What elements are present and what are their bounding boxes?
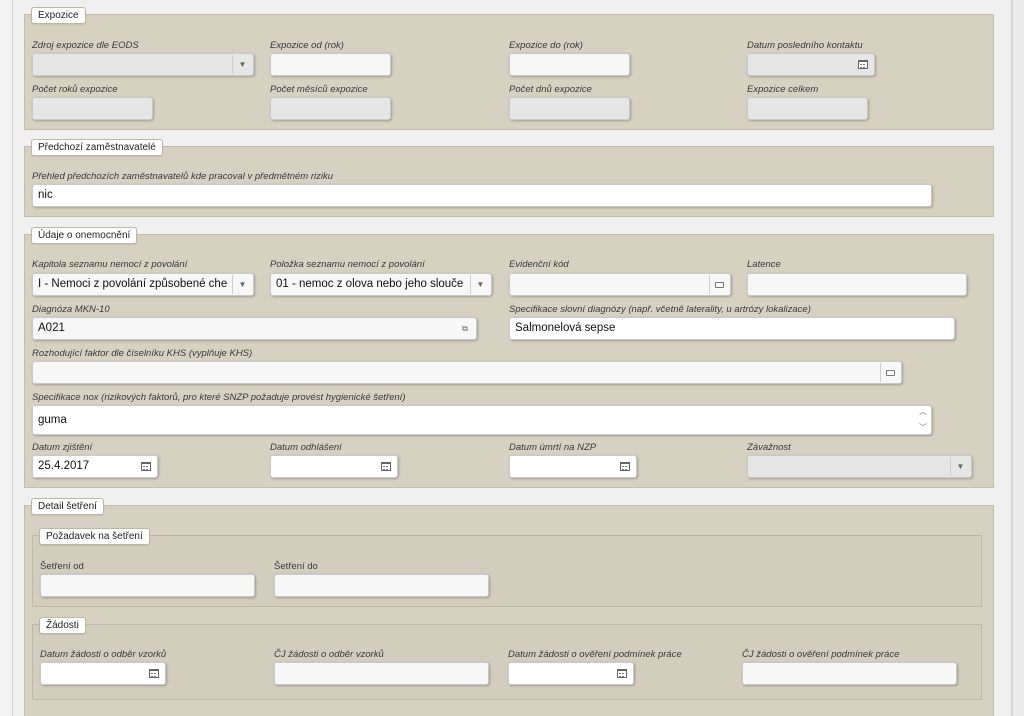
zdroj-expozice-label: Zdroj expozice dle EODS: [32, 40, 139, 51]
kapitola-label: Kapitola seznamu nemocí z povolání: [32, 259, 188, 270]
pocet-dnu-input: [509, 97, 630, 120]
fieldset-legend: Předchozí zaměstnavatelé: [31, 139, 163, 156]
datum-zjisteni-value: 25.4.2017: [38, 460, 90, 472]
evidencni-kod-label: Evidenční kód: [509, 259, 569, 270]
calendar-icon[interactable]: [615, 457, 635, 476]
setreni-od-label: Šetření od: [40, 561, 84, 572]
evidencni-kod-input[interactable]: [509, 273, 731, 296]
fieldset-legend: Žádosti: [39, 617, 86, 634]
spinner-arrows-icon[interactable]: ︿ ﹀: [918, 408, 928, 432]
expozice-do-label: Expozice do (rok): [509, 40, 583, 51]
kapitola-value: I - Nemoci z povolání způsobené che: [38, 278, 228, 290]
calendar-icon[interactable]: [144, 664, 164, 683]
datum-kontaktu-input[interactable]: [747, 53, 875, 76]
polozka-select[interactable]: 01 - nemoc z olova nebo jeho slouče ▼: [270, 273, 492, 296]
specifikace-diagnozy-value: Salmonelová sepse: [515, 322, 616, 334]
overeni-datum-input[interactable]: [508, 662, 634, 685]
lookup-icon[interactable]: [880, 363, 900, 382]
fieldset-pozadavek-na-setreni: Požadavek na šetření Šetření od Šetření …: [32, 528, 982, 607]
specifikace-diagnozy-input[interactable]: Salmonelová sepse: [509, 317, 955, 340]
setreni-od-input[interactable]: [40, 574, 255, 597]
odber-cj-input[interactable]: [274, 662, 489, 685]
chevron-down-icon[interactable]: ▼: [232, 275, 252, 294]
specifikace-nox-label: Specifikace nox (rizikových faktorů, pro…: [32, 392, 406, 403]
expozice-celkem-label: Expozice celkem: [747, 84, 819, 95]
diagnoza-mkn-input[interactable]: A021 ⧉: [32, 317, 477, 340]
expozice-od-label: Expozice od (rok): [270, 40, 344, 51]
overeni-cj-input[interactable]: [742, 662, 957, 685]
datum-zjisteni-input[interactable]: 25.4.2017: [32, 455, 158, 478]
overeni-datum-label: Datum žádosti o ověření podmínek práce: [508, 649, 682, 660]
fieldset-predchozi-zamestnavatele: Předchozí zaměstnavatelé Přehled předcho…: [24, 139, 994, 217]
zdroj-expozice-select[interactable]: ▼: [32, 53, 254, 76]
polozka-value: 01 - nemoc z olova nebo jeho slouče: [276, 278, 464, 290]
setreni-do-input[interactable]: [274, 574, 489, 597]
rozhodujici-faktor-label: Rozhodující faktor dle číselníku KHS (vy…: [32, 348, 253, 359]
pocet-mesicu-label: Počet měsíců expozice: [270, 84, 368, 95]
link-icon[interactable]: ⧉: [455, 319, 475, 338]
pocet-roku-input: [32, 97, 153, 120]
specifikace-nox-textarea[interactable]: guma ︿ ﹀: [32, 405, 932, 435]
datum-zjisteni-label: Datum zjištění: [32, 442, 93, 453]
prehled-zamestnavatelu-value: nic: [38, 189, 53, 201]
fieldset-legend: Požadavek na šetření: [39, 528, 150, 545]
diagnoza-mkn-value: A021: [38, 322, 65, 334]
calendar-icon[interactable]: [853, 55, 873, 74]
latence-label: Latence: [747, 259, 781, 270]
odber-cj-label: ČJ žádosti o odběr vzorků: [274, 649, 384, 660]
kapitola-select[interactable]: I - Nemoci z povolání způsobené che ▼: [32, 273, 254, 296]
odber-datum-label: Datum žádosti o odběr vzorků: [40, 649, 167, 660]
fieldset-legend: Expozice: [31, 7, 86, 24]
datum-odhlaseni-input[interactable]: [270, 455, 398, 478]
fieldset-zadosti: Žádosti Datum žádosti o odběr vzorků ČJ …: [32, 617, 982, 700]
calendar-icon[interactable]: [612, 664, 632, 683]
fieldset-legend: Detail šetření: [31, 498, 104, 515]
lookup-icon[interactable]: [709, 275, 729, 294]
rozhodujici-faktor-input[interactable]: [32, 361, 902, 384]
chevron-down-icon[interactable]: ▼: [470, 275, 490, 294]
chevron-down-icon[interactable]: ▼: [232, 55, 252, 74]
fieldset-legend: Údaje o onemocnění: [31, 227, 138, 244]
prehled-zamestnavatelu-input[interactable]: nic: [32, 184, 932, 207]
zavaznost-select[interactable]: ▼: [747, 455, 972, 478]
datum-odhlaseni-label: Datum odhlášení: [270, 442, 342, 453]
prehled-zamestnavatelu-label: Přehled předchozích zaměstnavatelů kde p…: [32, 171, 333, 182]
datum-umrti-input[interactable]: [509, 455, 637, 478]
datum-umrti-label: Datum úmrtí na NZP: [509, 442, 597, 453]
expozice-do-input[interactable]: [509, 53, 630, 76]
specifikace-nox-value: guma: [38, 414, 67, 426]
calendar-icon[interactable]: [136, 457, 156, 476]
fieldset-detail-setreni: Detail šetření Požadavek na šetření Šetř…: [24, 498, 994, 716]
scrollbar-track[interactable]: [1012, 0, 1024, 716]
fieldset-udaje-o-onemocneni: Údaje o onemocnění Kapitola seznamu nemo…: [24, 227, 994, 488]
latence-input[interactable]: [747, 273, 967, 296]
chevron-down-icon[interactable]: ▼: [950, 457, 970, 476]
expozice-celkem-input: [747, 97, 868, 120]
odber-datum-input[interactable]: [40, 662, 166, 685]
specifikace-diagnozy-label: Specifikace slovní diagnózy (např. včetn…: [509, 304, 811, 315]
pocet-dnu-label: Počet dnů expozice: [509, 84, 592, 95]
pocet-roku-label: Počet roků expozice: [32, 84, 118, 95]
setreni-do-label: Šetření do: [274, 561, 318, 572]
polozka-label: Položka seznamu nemocí z povolání: [270, 259, 425, 270]
expozice-od-input[interactable]: [270, 53, 391, 76]
zavaznost-label: Závažnost: [747, 442, 791, 453]
datum-kontaktu-label: Datum posledního kontaktu: [747, 40, 863, 51]
diagnoza-mkn-label: Diagnóza MKN-10: [32, 304, 110, 315]
calendar-icon[interactable]: [376, 457, 396, 476]
pocet-mesicu-input: [270, 97, 391, 120]
overeni-cj-label: ČJ žádosti o ověření podmínek práce: [742, 649, 900, 660]
fieldset-expozice: Expozice Zdroj expozice dle EODS ▼ Expoz…: [24, 7, 994, 130]
